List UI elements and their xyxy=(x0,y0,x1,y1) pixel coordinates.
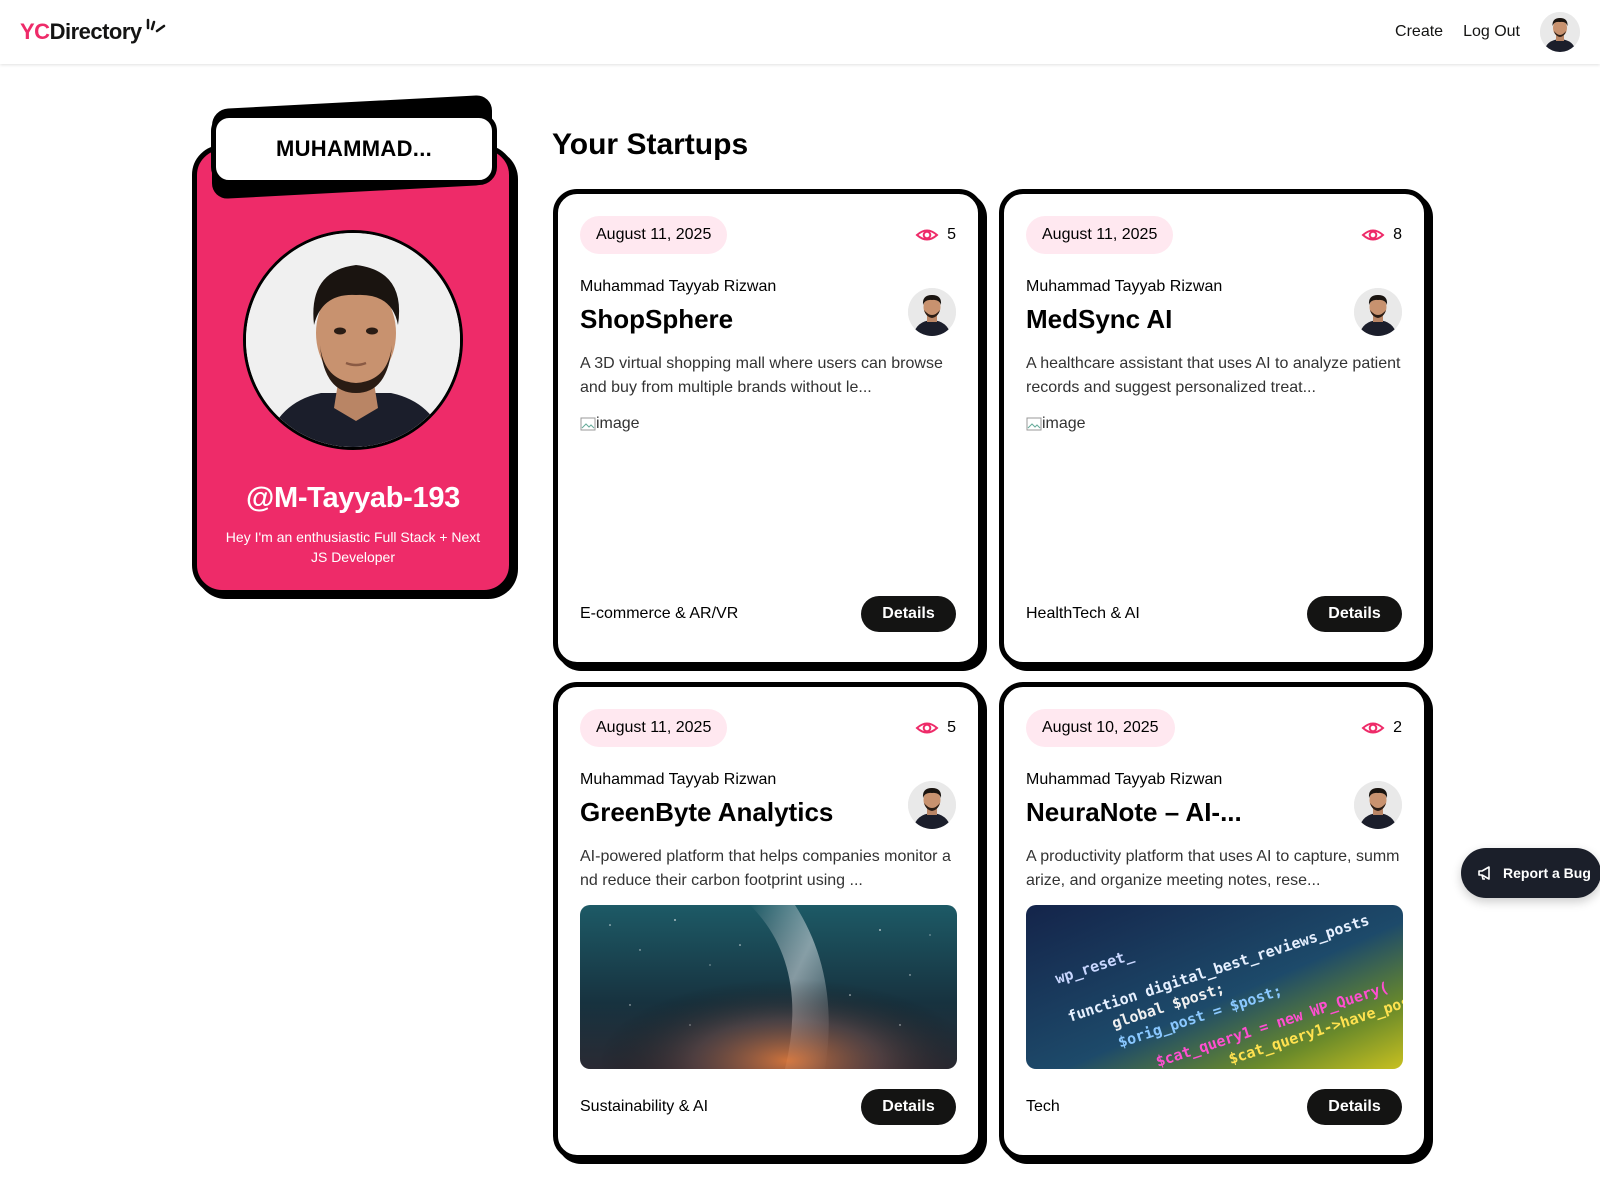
report-bug-label: Report a Bug xyxy=(1503,865,1591,881)
profile-name: MUHAMMAD... xyxy=(211,113,497,185)
views-value: 5 xyxy=(947,719,956,736)
logout-button[interactable]: Log Out xyxy=(1463,23,1520,41)
startup-card: August 10, 2025 2 Muhammad Tayyab Rizwan… xyxy=(999,682,1429,1160)
logo[interactable]: YC Directory xyxy=(20,18,166,45)
startup-description: A 3D virtual shopping mall where users c… xyxy=(580,355,943,396)
startup-description: A productivity platform that uses AI to … xyxy=(1026,848,1400,889)
date-badge: August 11, 2025 xyxy=(580,216,728,254)
report-bug-button[interactable]: Report a Bug xyxy=(1461,848,1600,898)
category-label[interactable]: HealthTech & AI xyxy=(1026,605,1140,623)
views-value: 8 xyxy=(1393,226,1402,243)
eye-icon xyxy=(915,722,939,734)
eye-icon xyxy=(1361,722,1385,734)
broken-image-icon xyxy=(580,417,596,431)
author-name[interactable]: Muhammad Tayyab Rizwan xyxy=(1026,771,1242,789)
category-label[interactable]: Sustainability & AI xyxy=(580,1098,708,1116)
author-avatar[interactable] xyxy=(908,288,956,336)
views-count: 8 xyxy=(1361,223,1402,247)
date-badge: August 11, 2025 xyxy=(580,709,728,747)
logo-yc: YC xyxy=(20,19,50,44)
galaxy-image xyxy=(580,905,957,1069)
details-button[interactable]: Details xyxy=(1307,1089,1402,1125)
navbar: YC Directory Create Log Out xyxy=(0,0,1600,64)
details-button[interactable]: Details xyxy=(861,1089,956,1125)
startup-title[interactable]: ShopSphere xyxy=(580,304,776,335)
profile-handle: @M-Tayyab-193 xyxy=(245,482,461,514)
startup-image[interactable] xyxy=(580,905,957,1069)
author-avatar[interactable] xyxy=(908,781,956,829)
eye-icon xyxy=(915,229,939,241)
profile-bio: Hey I'm an enthusiastic Full Stack + Nex… xyxy=(225,529,481,565)
image-alt-text: image xyxy=(1042,415,1086,432)
profile-photo xyxy=(243,230,463,450)
author-name[interactable]: Muhammad Tayyab Rizwan xyxy=(580,278,776,296)
startup-title[interactable]: NeuraNote – AI-... xyxy=(1026,797,1242,828)
details-button[interactable]: Details xyxy=(861,596,956,632)
logo-directory: Directory xyxy=(49,19,143,44)
author-avatar[interactable] xyxy=(1354,781,1402,829)
startup-title[interactable]: GreenByte Analytics xyxy=(580,797,833,828)
author-avatar[interactable] xyxy=(1354,288,1402,336)
sparks-icon xyxy=(146,18,165,33)
eye-icon xyxy=(1361,229,1385,241)
author-name[interactable]: Muhammad Tayyab Rizwan xyxy=(1026,278,1222,296)
section-title: Your Startups xyxy=(552,128,749,161)
startup-card: August 11, 2025 5 Muhammad Tayyab Rizwan… xyxy=(553,682,983,1160)
broken-image-icon xyxy=(1026,417,1042,431)
date-badge: August 11, 2025 xyxy=(1026,216,1174,254)
category-label[interactable]: E-commerce & AR/VR xyxy=(580,605,738,623)
create-link[interactable]: Create xyxy=(1395,23,1443,41)
views-count: 2 xyxy=(1361,716,1402,740)
startup-image[interactable]: wp_reset_ function digital_best_reviews_… xyxy=(1026,905,1403,1069)
megaphone-icon xyxy=(1478,866,1490,880)
date-badge: August 10, 2025 xyxy=(1026,709,1175,747)
category-label[interactable]: Tech xyxy=(1026,1098,1060,1116)
details-button[interactable]: Details xyxy=(1307,596,1402,632)
startup-image[interactable]: image xyxy=(1026,412,1402,576)
image-alt-text: image xyxy=(596,415,640,432)
startup-description: A healthcare assistant that uses AI to a… xyxy=(1026,355,1401,396)
user-avatar[interactable] xyxy=(1540,12,1580,52)
views-value: 5 xyxy=(947,226,956,243)
views-count: 5 xyxy=(915,223,956,247)
code-image: wp_reset_ function digital_best_reviews_… xyxy=(1026,905,1403,1069)
author-name[interactable]: Muhammad Tayyab Rizwan xyxy=(580,771,833,789)
startup-card: August 11, 2025 8 Muhammad Tayyab Rizwan… xyxy=(999,189,1429,667)
startup-image[interactable]: image xyxy=(580,412,956,576)
views-value: 2 xyxy=(1393,719,1402,736)
views-count: 5 xyxy=(915,716,956,740)
startup-card: August 11, 2025 5 Muhammad Tayyab Rizwan… xyxy=(553,189,983,667)
startup-title[interactable]: MedSync AI xyxy=(1026,304,1222,335)
startup-description: AI-powered platform that helps companies… xyxy=(580,848,951,889)
